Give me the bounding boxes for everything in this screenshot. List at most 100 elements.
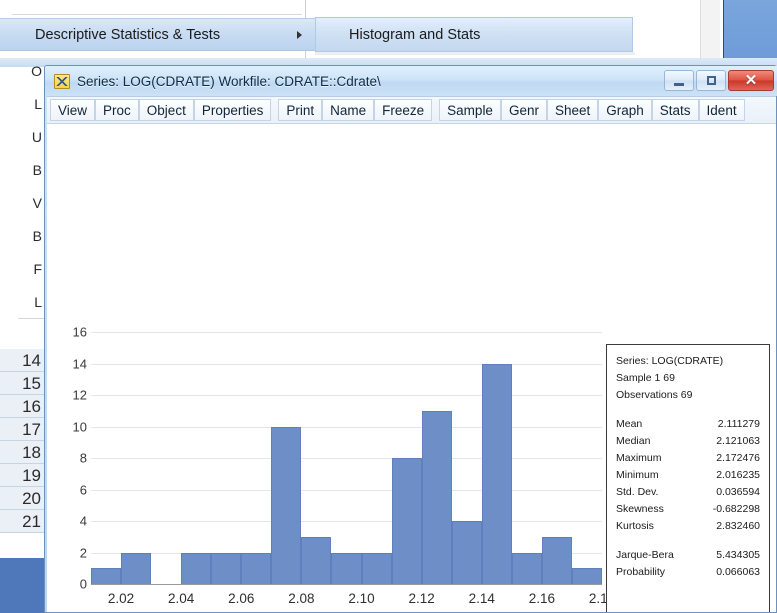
histogram-bar bbox=[482, 364, 512, 585]
y-axis-tick-label: 6 bbox=[47, 482, 91, 497]
toolbar-button-properties[interactable]: Properties bbox=[194, 99, 272, 121]
truncated-label: L bbox=[0, 88, 46, 121]
stats-row: Minimum 2.016235 bbox=[607, 467, 769, 484]
stats-spacer bbox=[607, 404, 769, 416]
submenu-item-label: Histogram and Stats bbox=[349, 27, 480, 43]
stats-row-key: Kurtosis bbox=[616, 518, 654, 535]
toolbar-button-sample[interactable]: Sample bbox=[439, 99, 501, 121]
histogram-bar bbox=[121, 553, 151, 585]
histogram-bar bbox=[271, 427, 301, 585]
stats-row-key: Median bbox=[616, 433, 650, 450]
stats-spacer bbox=[607, 535, 769, 547]
series-window: Series: LOG(CDRATE) Workfile: CDRATE::Cd… bbox=[44, 65, 777, 613]
stats-row-value: 2.016235 bbox=[716, 467, 760, 484]
background-blue-panel bbox=[723, 0, 777, 58]
toolbar-button-ident[interactable]: Ident bbox=[699, 99, 745, 121]
stats-row-value: -0.682298 bbox=[713, 501, 760, 518]
stats-row: Jarque-Bera5.434305 bbox=[607, 547, 769, 564]
histogram-bar bbox=[422, 411, 452, 584]
histogram-bar bbox=[331, 553, 361, 585]
grid-line bbox=[91, 490, 602, 491]
toolbar-button-genr[interactable]: Genr bbox=[501, 99, 547, 121]
truncated-label: B bbox=[0, 220, 46, 253]
stats-test-rows: Jarque-Bera5.434305Probability0.066063 bbox=[607, 547, 769, 581]
x-axis-tick-label: 2.10 bbox=[348, 591, 374, 606]
window-title-bar[interactable]: Series: LOG(CDRATE) Workfile: CDRATE::Cd… bbox=[45, 66, 777, 96]
y-axis-tick-label: 8 bbox=[47, 451, 91, 466]
stats-row-key: Skewness bbox=[616, 501, 664, 518]
stats-row-key: Probability bbox=[616, 564, 665, 581]
row-number: 15 bbox=[0, 372, 46, 395]
toolbar-button-name[interactable]: Name bbox=[322, 99, 374, 121]
x-axis-line bbox=[91, 584, 602, 585]
toolbar-button-graph[interactable]: Graph bbox=[598, 99, 652, 121]
toolbar-button-proc[interactable]: Proc bbox=[95, 99, 139, 121]
histogram-bar bbox=[211, 553, 241, 585]
maximize-button[interactable] bbox=[696, 70, 726, 91]
close-button[interactable]: ✕ bbox=[728, 70, 774, 91]
stats-row-key: Maximum bbox=[616, 450, 662, 467]
toolbar-button-view[interactable]: View bbox=[50, 99, 95, 121]
grid-line bbox=[91, 395, 602, 396]
stats-row-value: 2.172476 bbox=[716, 450, 760, 467]
stats-row-value: 2.121063 bbox=[716, 433, 760, 450]
y-axis-tick-label: 4 bbox=[47, 514, 91, 529]
grid-line bbox=[91, 332, 602, 333]
minimize-button[interactable] bbox=[664, 70, 694, 91]
maximize-icon bbox=[707, 76, 716, 85]
truncated-label: B bbox=[0, 154, 46, 187]
toolbar-separator bbox=[271, 97, 278, 123]
background-truncated-menu-labels: O L U B V B F L bbox=[0, 55, 46, 319]
histogram-bar bbox=[452, 521, 482, 584]
chevron-right-icon bbox=[297, 31, 302, 39]
toolbar-button-freeze[interactable]: Freeze bbox=[374, 99, 432, 121]
stats-row-key: Std. Dev. bbox=[616, 484, 658, 501]
window-controls: ✕ bbox=[664, 70, 774, 91]
screen-root: Descriptive Statistics & Tests Histogram… bbox=[0, 0, 777, 613]
row-number: 21 bbox=[0, 510, 46, 533]
grid-line bbox=[91, 427, 602, 428]
stats-row: Median 2.121063 bbox=[607, 433, 769, 450]
menu-item-label: Descriptive Statistics & Tests bbox=[35, 27, 220, 43]
menu-item-descriptive-statistics-and-tests[interactable]: Descriptive Statistics & Tests bbox=[0, 18, 318, 51]
stats-sample-line: Sample 1 69 bbox=[607, 370, 769, 387]
row-number: 16 bbox=[0, 395, 46, 418]
background-spreadsheet-row-numbers: 14 15 16 17 18 19 20 21 bbox=[0, 349, 46, 533]
series-window-icon bbox=[54, 74, 70, 89]
y-axis-tick-label: 10 bbox=[47, 419, 91, 434]
toolbar-button-object[interactable]: Object bbox=[139, 99, 194, 121]
row-number: 19 bbox=[0, 464, 46, 487]
submenu-item-histogram-and-stats[interactable]: Histogram and Stats bbox=[315, 17, 633, 52]
stats-row: Mean2.111279 bbox=[607, 416, 769, 433]
stats-row-value: 0.036594 bbox=[716, 484, 760, 501]
histogram-bar bbox=[362, 553, 392, 585]
toolbar-button-sheet[interactable]: Sheet bbox=[547, 99, 598, 121]
y-axis-labels: 0246810121416 bbox=[47, 124, 91, 612]
truncated-label: U bbox=[0, 121, 46, 154]
x-axis-tick-label: 2.14 bbox=[469, 591, 495, 606]
stats-row: Maximum 2.172476 bbox=[607, 450, 769, 467]
row-number: 18 bbox=[0, 441, 46, 464]
grid-line bbox=[91, 364, 602, 365]
descriptive-statistics-panel: Series: LOG(CDRATE) Sample 1 69 Observat… bbox=[606, 344, 770, 612]
x-axis-tick-label: 2.08 bbox=[288, 591, 314, 606]
histogram-bar bbox=[91, 568, 121, 584]
truncated-label: F bbox=[0, 253, 46, 286]
grid-line bbox=[91, 458, 602, 459]
stats-row: Std. Dev. 0.036594 bbox=[607, 484, 769, 501]
stats-series-line: Series: LOG(CDRATE) bbox=[607, 353, 769, 370]
truncated-label: V bbox=[0, 187, 46, 220]
minimize-icon bbox=[674, 83, 684, 86]
grid-line bbox=[91, 521, 602, 522]
stats-row: Probability0.066063 bbox=[607, 564, 769, 581]
stats-observations-line: Observations 69 bbox=[607, 387, 769, 404]
histogram-bar bbox=[572, 568, 602, 584]
y-axis-tick-label: 14 bbox=[47, 356, 91, 371]
toolbar-button-stats[interactable]: Stats bbox=[652, 99, 699, 121]
y-axis-tick-label: 2 bbox=[47, 545, 91, 560]
toolbar-button-print[interactable]: Print bbox=[278, 99, 322, 121]
histogram-bar bbox=[181, 553, 211, 585]
row-number: 17 bbox=[0, 418, 46, 441]
background-menu-separator bbox=[18, 318, 46, 319]
stats-row-key: Minimum bbox=[616, 467, 659, 484]
